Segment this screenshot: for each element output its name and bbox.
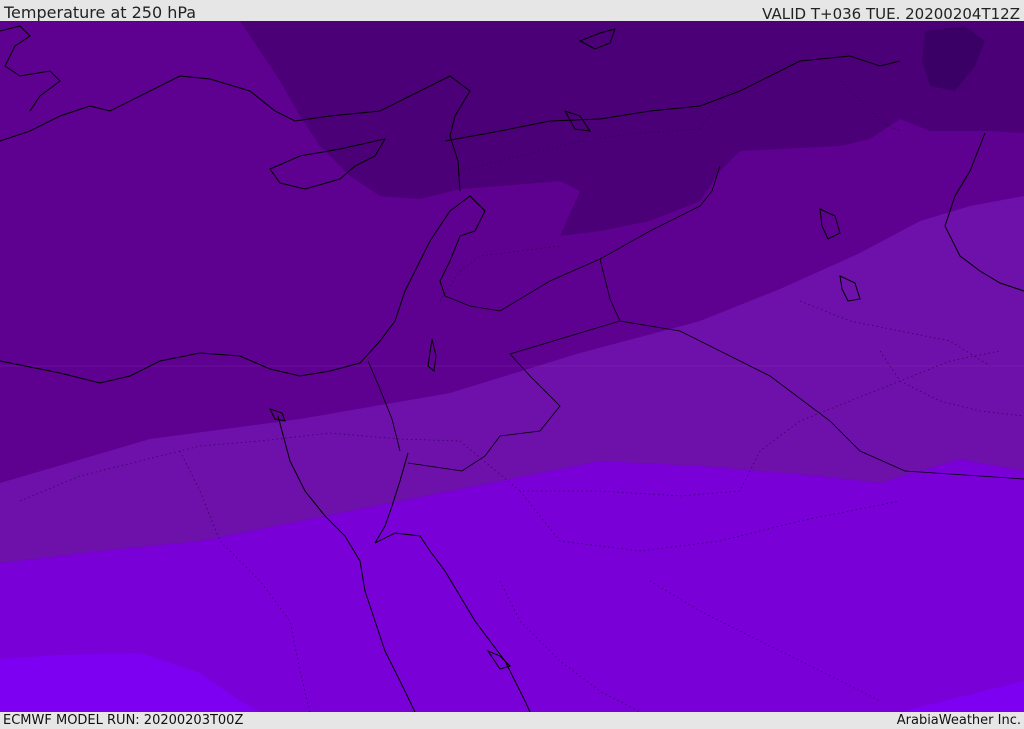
weather-map[interactable] [0,21,1024,712]
map-canvas [0,21,1024,712]
header-bar: Temperature at 250 hPa VALID T+036 TUE. … [0,0,1024,23]
model-run-label: ECMWF MODEL RUN: 20200203T00Z [3,713,244,728]
chart-title: Temperature at 250 hPa [4,3,197,22]
credit-label: ArabiaWeather Inc. [896,713,1021,728]
footer-bar: ECMWF MODEL RUN: 20200203T00Z ArabiaWeat… [0,712,1024,729]
